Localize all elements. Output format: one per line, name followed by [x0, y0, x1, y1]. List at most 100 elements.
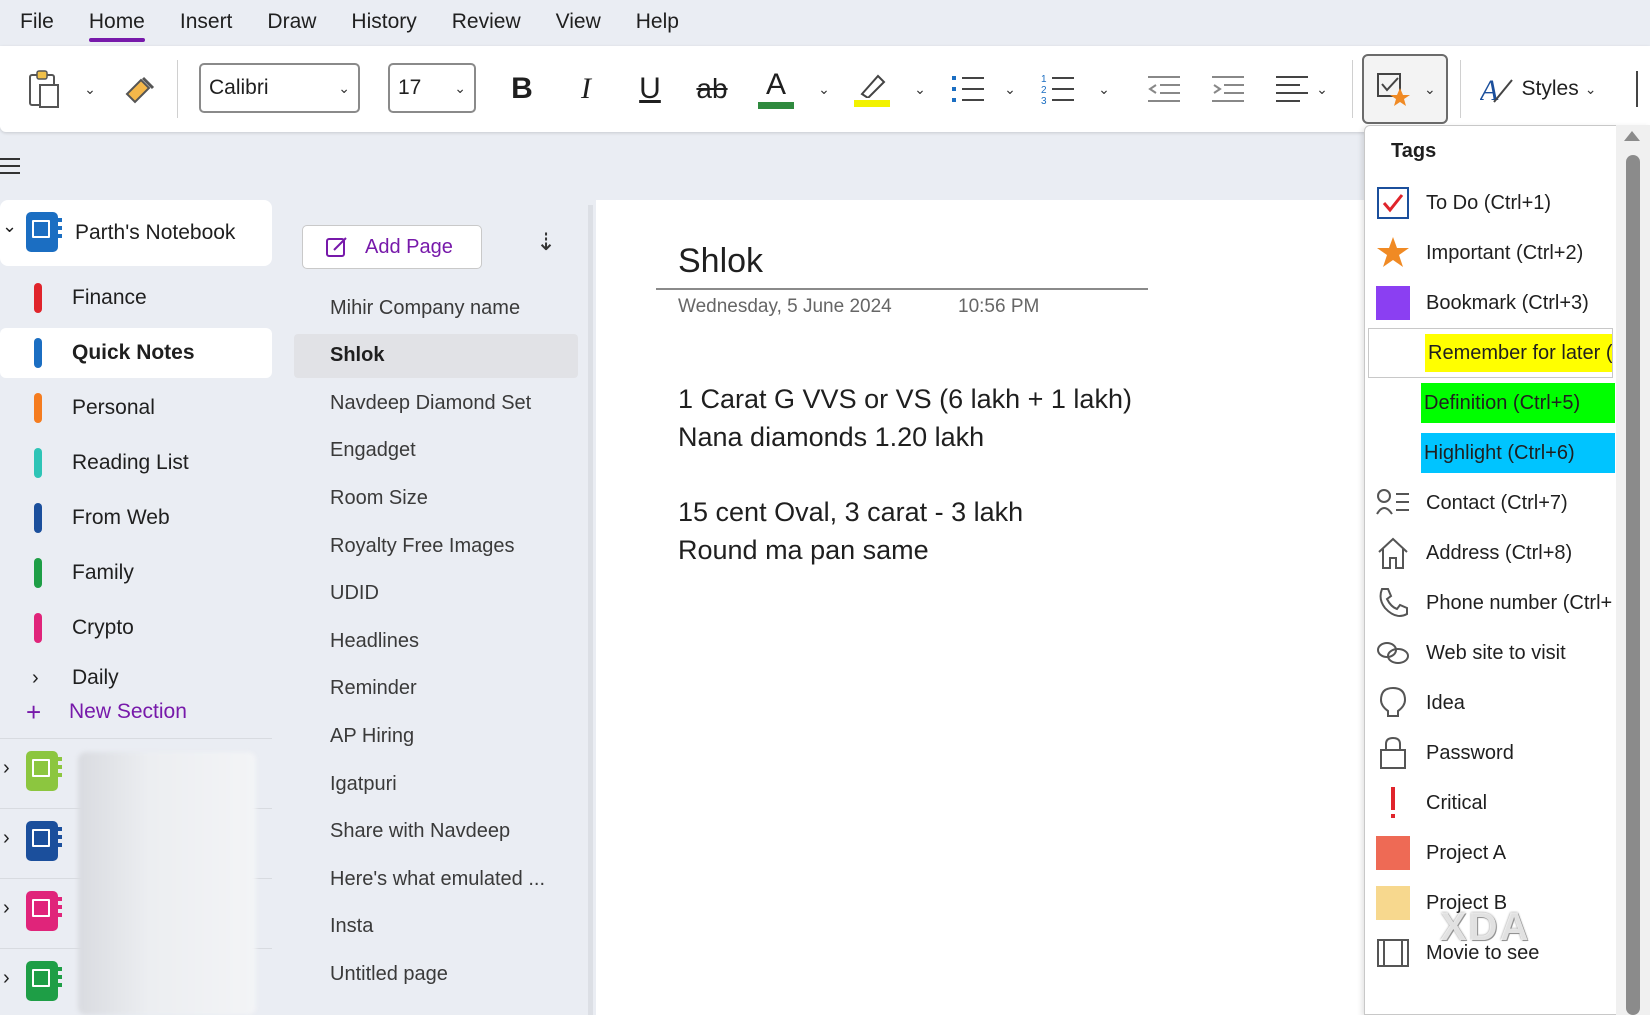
menu-help[interactable]: Help [636, 0, 679, 46]
italic-icon: I [581, 72, 591, 105]
italic-button[interactable]: I [566, 46, 606, 132]
page-item[interactable]: AP Hiring [280, 714, 578, 758]
page-item[interactable]: Share with Navdeep [280, 810, 578, 854]
tag-label: Highlight (Ctrl+6) [1421, 433, 1615, 473]
increase-indent-icon [1212, 76, 1244, 102]
page-title[interactable]: Shlok [678, 242, 763, 281]
align-dropdown[interactable]: ⌄ [1312, 46, 1332, 132]
highlight-button[interactable] [852, 46, 892, 132]
section-quick-notes[interactable]: Quick Notes [0, 328, 272, 378]
tag-item[interactable]: Important (Ctrl+2) [1365, 228, 1615, 278]
tag-item[interactable]: Project A [1365, 828, 1615, 878]
menu-history[interactable]: History [351, 0, 416, 46]
note-line[interactable]: 15 cent Oval, 3 carat - 3 lakh [678, 497, 1023, 528]
styles-button[interactable]: A Styles ⌄ [1478, 46, 1598, 132]
bullets-icon [952, 76, 984, 102]
page-item[interactable]: Insta [280, 905, 578, 949]
menu-insert[interactable]: Insert [180, 0, 233, 46]
tag-item[interactable]: Password [1365, 728, 1615, 778]
tag-item[interactable]: Remember for later ( [1368, 328, 1613, 378]
page-item[interactable]: Igatpuri [280, 762, 578, 806]
menu-view[interactable]: View [556, 0, 601, 46]
highlight-dropdown[interactable]: ⌄ [910, 46, 930, 132]
page-item[interactable]: Headlines [280, 619, 578, 663]
section-personal[interactable]: Personal [0, 383, 272, 433]
paste-button[interactable] [22, 46, 66, 132]
page-item[interactable]: Mihir Company name [280, 286, 578, 330]
sort-pages-icon[interactable]: ⇣ [536, 228, 556, 257]
page-item[interactable]: Engadget [280, 429, 578, 473]
bullets-button[interactable] [948, 46, 988, 132]
page-item[interactable]: UDID [280, 572, 578, 616]
align-icon [1276, 76, 1308, 102]
decrease-indent-button[interactable] [1146, 46, 1182, 132]
numbering-dropdown[interactable]: ⌄ [1094, 46, 1114, 132]
new-section-button[interactable]: + New Section [0, 692, 272, 732]
note-line[interactable]: Round ma pan same [678, 535, 929, 566]
hamburger-menu-icon[interactable] [0, 158, 20, 174]
section-finance[interactable]: Finance [0, 273, 272, 323]
format-painter-button[interactable] [118, 46, 162, 132]
page-item[interactable]: Untitled page [280, 952, 578, 996]
section-family[interactable]: Family [0, 548, 272, 598]
font-color-button[interactable]: A [756, 46, 796, 132]
menu-file[interactable]: File [20, 0, 54, 46]
font-name-combo[interactable]: Calibri ⌄ [199, 63, 360, 113]
more-ribbon-icon[interactable] [1636, 71, 1650, 107]
tag-item[interactable]: Critical [1365, 778, 1615, 828]
underline-button[interactable]: U [630, 46, 670, 132]
notebook-name: Parth's Notebook [75, 221, 236, 244]
note-line[interactable]: Nana diamonds 1.20 lakh [678, 422, 984, 453]
scroll-thumb[interactable] [1626, 155, 1640, 1015]
tag-label: To Do (Ctrl+1) [1426, 191, 1552, 214]
page-item[interactable]: Royalty Free Images [280, 524, 578, 568]
tag-item[interactable]: Phone number (Ctrl+ [1365, 578, 1615, 628]
menu-review[interactable]: Review [452, 0, 521, 46]
tag-item[interactable]: Web site to visit [1365, 628, 1615, 678]
tag-label: Idea [1426, 691, 1465, 714]
tag-item[interactable]: Contact (Ctrl+7) [1365, 478, 1615, 528]
panel-divider[interactable] [588, 205, 593, 1015]
tag-item[interactable]: To Do (Ctrl+1) [1365, 178, 1615, 228]
notebook-header[interactable]: ⌄ Parth's Notebook [0, 200, 272, 266]
tag-button[interactable]: ⌄ [1362, 54, 1448, 124]
page-canvas[interactable]: Shlok Wednesday, 5 June 2024 10:56 PM 1 … [596, 200, 1366, 1015]
add-page-button[interactable]: Add Page [302, 225, 482, 269]
increase-indent-button[interactable] [1210, 46, 1246, 132]
font-color-dropdown[interactable]: ⌄ [814, 46, 834, 132]
tag-item[interactable]: Idea [1365, 678, 1615, 728]
section-from-web[interactable]: From Web [0, 493, 272, 543]
checkbox-icon [1375, 185, 1411, 221]
page-item[interactable]: Shlok [294, 333, 578, 378]
numbering-button[interactable]: 123 [1038, 46, 1078, 132]
section-label: Crypto [72, 616, 134, 639]
page-item[interactable]: Reminder [280, 667, 578, 711]
tags-scrollbar[interactable] [1616, 125, 1650, 1015]
section-crypto[interactable]: Crypto [0, 603, 272, 653]
chevron-down-icon[interactable]: ⌄ [2, 216, 17, 237]
strikethrough-button[interactable]: ab [692, 46, 732, 132]
align-button[interactable] [1274, 46, 1310, 132]
paste-dropdown[interactable]: ⌄ [80, 46, 100, 132]
page-item[interactable]: Navdeep Diamond Set [280, 381, 578, 425]
scroll-up-icon[interactable] [1624, 131, 1640, 141]
font-name-value: Calibri [209, 76, 269, 99]
tag-item[interactable]: Highlight (Ctrl+6) [1365, 428, 1615, 478]
note-line[interactable]: 1 Carat G VVS or VS (6 lakh + 1 lakh) [678, 384, 1132, 415]
notebook-icon [26, 891, 62, 931]
tag-item[interactable]: Bookmark (Ctrl+3) [1365, 278, 1615, 328]
tag-label: Bookmark (Ctrl+3) [1426, 291, 1589, 314]
page-item[interactable]: Here's what emulated ... [280, 857, 578, 901]
section-reading-list[interactable]: Reading List [0, 438, 272, 488]
phone-icon [1375, 585, 1411, 621]
bullets-dropdown[interactable]: ⌄ [1000, 46, 1020, 132]
page-item[interactable]: Room Size [280, 476, 578, 520]
tag-item[interactable]: Address (Ctrl+8) [1365, 528, 1615, 578]
menu-home[interactable]: Home [88, 0, 145, 46]
tag-item[interactable]: Definition (Ctrl+5) [1365, 378, 1615, 428]
section-tab-color [34, 338, 42, 368]
bold-button[interactable]: B [502, 46, 542, 132]
section-tab-color [34, 283, 42, 313]
font-size-combo[interactable]: 17 ⌄ [388, 63, 476, 113]
menu-draw[interactable]: Draw [267, 0, 316, 46]
